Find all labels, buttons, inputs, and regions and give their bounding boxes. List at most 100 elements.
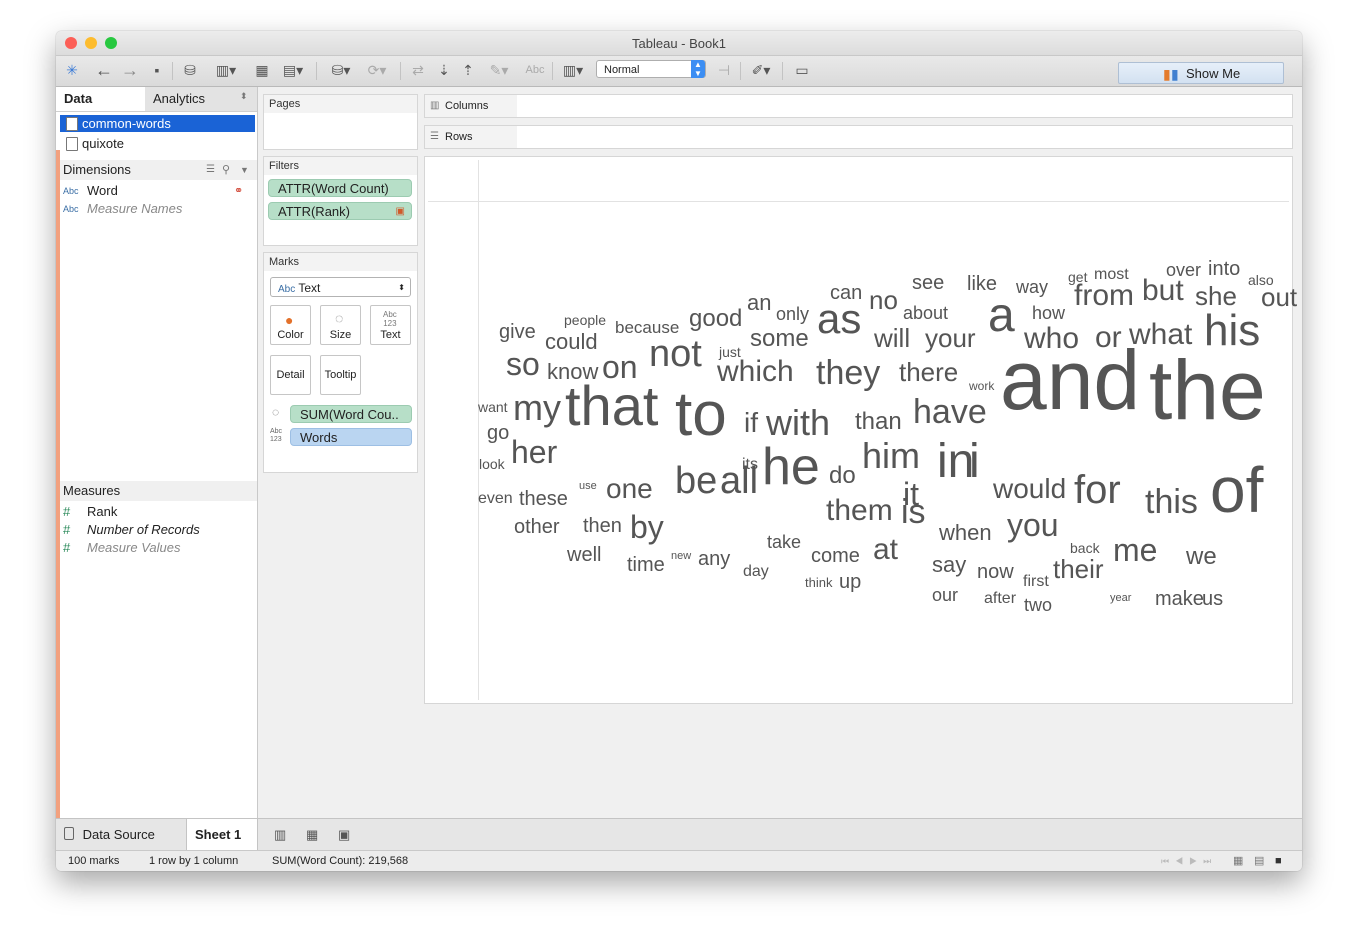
field-word[interactable]: Abc Word ⚭ [60, 182, 255, 200]
show-filmstrip-icon[interactable]: ▤ [1254, 851, 1264, 871]
word-mark[interactable]: after [984, 590, 1016, 607]
columns-shelf[interactable]: ▥ Columns [424, 94, 1293, 118]
word-mark[interactable]: what [1129, 319, 1192, 350]
new-worksheet-icon[interactable]: ▥▾ [212, 60, 240, 80]
fit-chart-icon[interactable]: ▥▾ [558, 60, 588, 80]
pages-card[interactable]: Pages [263, 94, 418, 150]
word-mark[interactable]: about [903, 304, 948, 322]
word-mark[interactable]: some [750, 327, 809, 351]
data-source-quixote[interactable]: quixote [60, 135, 255, 152]
word-mark[interactable]: do [829, 464, 856, 488]
show-tabs-icon[interactable]: ■ [1275, 851, 1282, 871]
word-mark[interactable]: into [1208, 259, 1240, 279]
word-mark[interactable]: get [1068, 270, 1087, 284]
undo-icon[interactable]: ← [94, 60, 114, 80]
word-cloud-view[interactable]: and the of to that he a in i his as not my with her it b… [424, 156, 1297, 704]
word-mark[interactable]: that [565, 378, 658, 434]
word-mark[interactable]: go [487, 423, 509, 443]
word-mark[interactable]: use [579, 481, 597, 492]
word-mark[interactable]: as [817, 298, 861, 340]
word-mark[interactable]: on [602, 351, 638, 383]
word-mark[interactable]: the [1149, 348, 1266, 432]
word-mark[interactable]: you [1007, 509, 1059, 541]
word-mark[interactable]: with [766, 404, 830, 441]
color-button[interactable]: ● Color [270, 305, 311, 345]
tab-menu-icon[interactable]: ⬍ [240, 91, 248, 102]
pause-updates-icon[interactable]: ⛁▾ [326, 60, 356, 80]
presentation-mode-icon[interactable]: ▭ [792, 60, 812, 80]
duplicate-sheet-icon[interactable]: ▦ [252, 60, 272, 80]
highlight-icon[interactable]: ✎▾ [484, 60, 514, 80]
word-mark[interactable]: like [967, 274, 997, 294]
word-mark[interactable]: then [583, 516, 622, 536]
tableau-logo-icon[interactable]: ✳ [62, 60, 82, 80]
fix-axes-icon[interactable]: ⊣ [714, 60, 734, 80]
word-mark[interactable]: two [1024, 596, 1052, 614]
word-mark[interactable]: good [689, 307, 742, 331]
word-mark[interactable]: these [519, 489, 568, 509]
word-mark[interactable]: me [1113, 534, 1157, 566]
refresh-icon[interactable]: ⟳▾ [362, 60, 392, 80]
word-mark[interactable]: us [1202, 589, 1223, 609]
word-mark[interactable]: how [1032, 304, 1065, 322]
word-mark[interactable]: so [506, 348, 540, 380]
word-mark[interactable]: only [776, 305, 809, 323]
show-sheet-sorter-icon[interactable]: ▦ [1233, 851, 1243, 871]
save-icon[interactable]: ▪ [148, 60, 166, 80]
word-mark[interactable]: her [511, 436, 557, 468]
data-source-tab[interactable]: Data Source [56, 819, 186, 850]
field-number-of-records[interactable]: # Number of Records [60, 521, 255, 539]
word-mark[interactable]: people [564, 313, 606, 327]
word-mark[interactable]: by [630, 511, 664, 543]
word-mark[interactable]: back [1070, 541, 1100, 555]
word-mark[interactable]: even [478, 490, 513, 507]
word-mark[interactable]: will [874, 325, 910, 351]
word-mark[interactable]: his [1204, 308, 1260, 353]
fit-dropdown[interactable]: Normal ▲ ▼ [596, 60, 706, 78]
rows-shelf[interactable]: ☰ Rows [424, 125, 1293, 149]
field-measure-names[interactable]: Abc Measure Names [60, 200, 255, 218]
word-mark[interactable]: make [1155, 589, 1204, 609]
word-mark[interactable]: its [742, 456, 758, 473]
word-mark[interactable]: know [547, 360, 598, 383]
word-mark[interactable]: of [1210, 458, 1263, 522]
filter-pill-word-count[interactable]: ATTR(Word Count) [268, 179, 412, 197]
word-mark[interactable]: give [499, 322, 536, 342]
filter-pill-rank[interactable]: ATTR(Rank) ▣ [268, 202, 412, 220]
word-mark[interactable]: he [762, 441, 820, 493]
word-mark[interactable]: year [1110, 593, 1131, 604]
swap-rows-columns-icon[interactable]: ⇄ [408, 60, 428, 80]
word-mark[interactable]: way [1016, 278, 1048, 296]
word-mark[interactable]: think [805, 576, 832, 589]
detail-button[interactable]: Detail [270, 355, 311, 395]
word-mark[interactable]: your [925, 325, 976, 351]
word-mark[interactable]: day [743, 563, 769, 580]
word-mark[interactable]: time [627, 555, 665, 575]
sort-descending-icon[interactable]: ⇡ [458, 60, 478, 80]
word-mark[interactable]: my [513, 389, 561, 426]
word-mark[interactable]: could [545, 330, 598, 353]
word-mark[interactable]: they [816, 356, 880, 390]
word-mark[interactable]: an [747, 291, 771, 314]
new-story-tab-icon[interactable]: ▣ [330, 819, 350, 850]
word-mark[interactable]: over [1166, 261, 1201, 279]
sheet-1-tab[interactable]: Sheet 1 [186, 819, 258, 850]
annotate-icon[interactable]: ✐▾ [746, 60, 776, 80]
word-mark[interactable]: new [671, 551, 691, 562]
tooltip-button[interactable]: Tooltip [320, 355, 361, 395]
sheet-navigation-icons[interactable]: ⏮◀▶⏭ [1161, 851, 1217, 871]
show-labels-icon[interactable]: Abc [522, 60, 548, 80]
word-mark[interactable]: now [977, 562, 1014, 582]
word-mark[interactable]: want [478, 400, 508, 414]
word-mark[interactable]: any [698, 549, 730, 569]
new-worksheet-tab-icon[interactable]: ▥ [266, 819, 286, 850]
mark-type-dropdown[interactable]: Abc Text ⬍ [270, 277, 411, 297]
word-mark[interactable]: which [717, 356, 794, 387]
redo-icon[interactable]: → [120, 60, 140, 80]
word-mark[interactable]: at [873, 534, 898, 565]
field-measure-values[interactable]: # Measure Values [60, 539, 255, 557]
word-mark[interactable]: to [675, 383, 727, 446]
word-mark[interactable]: have [913, 395, 987, 429]
text-button[interactable]: Abc 123 Text [370, 305, 411, 345]
word-mark[interactable]: well [567, 545, 601, 565]
